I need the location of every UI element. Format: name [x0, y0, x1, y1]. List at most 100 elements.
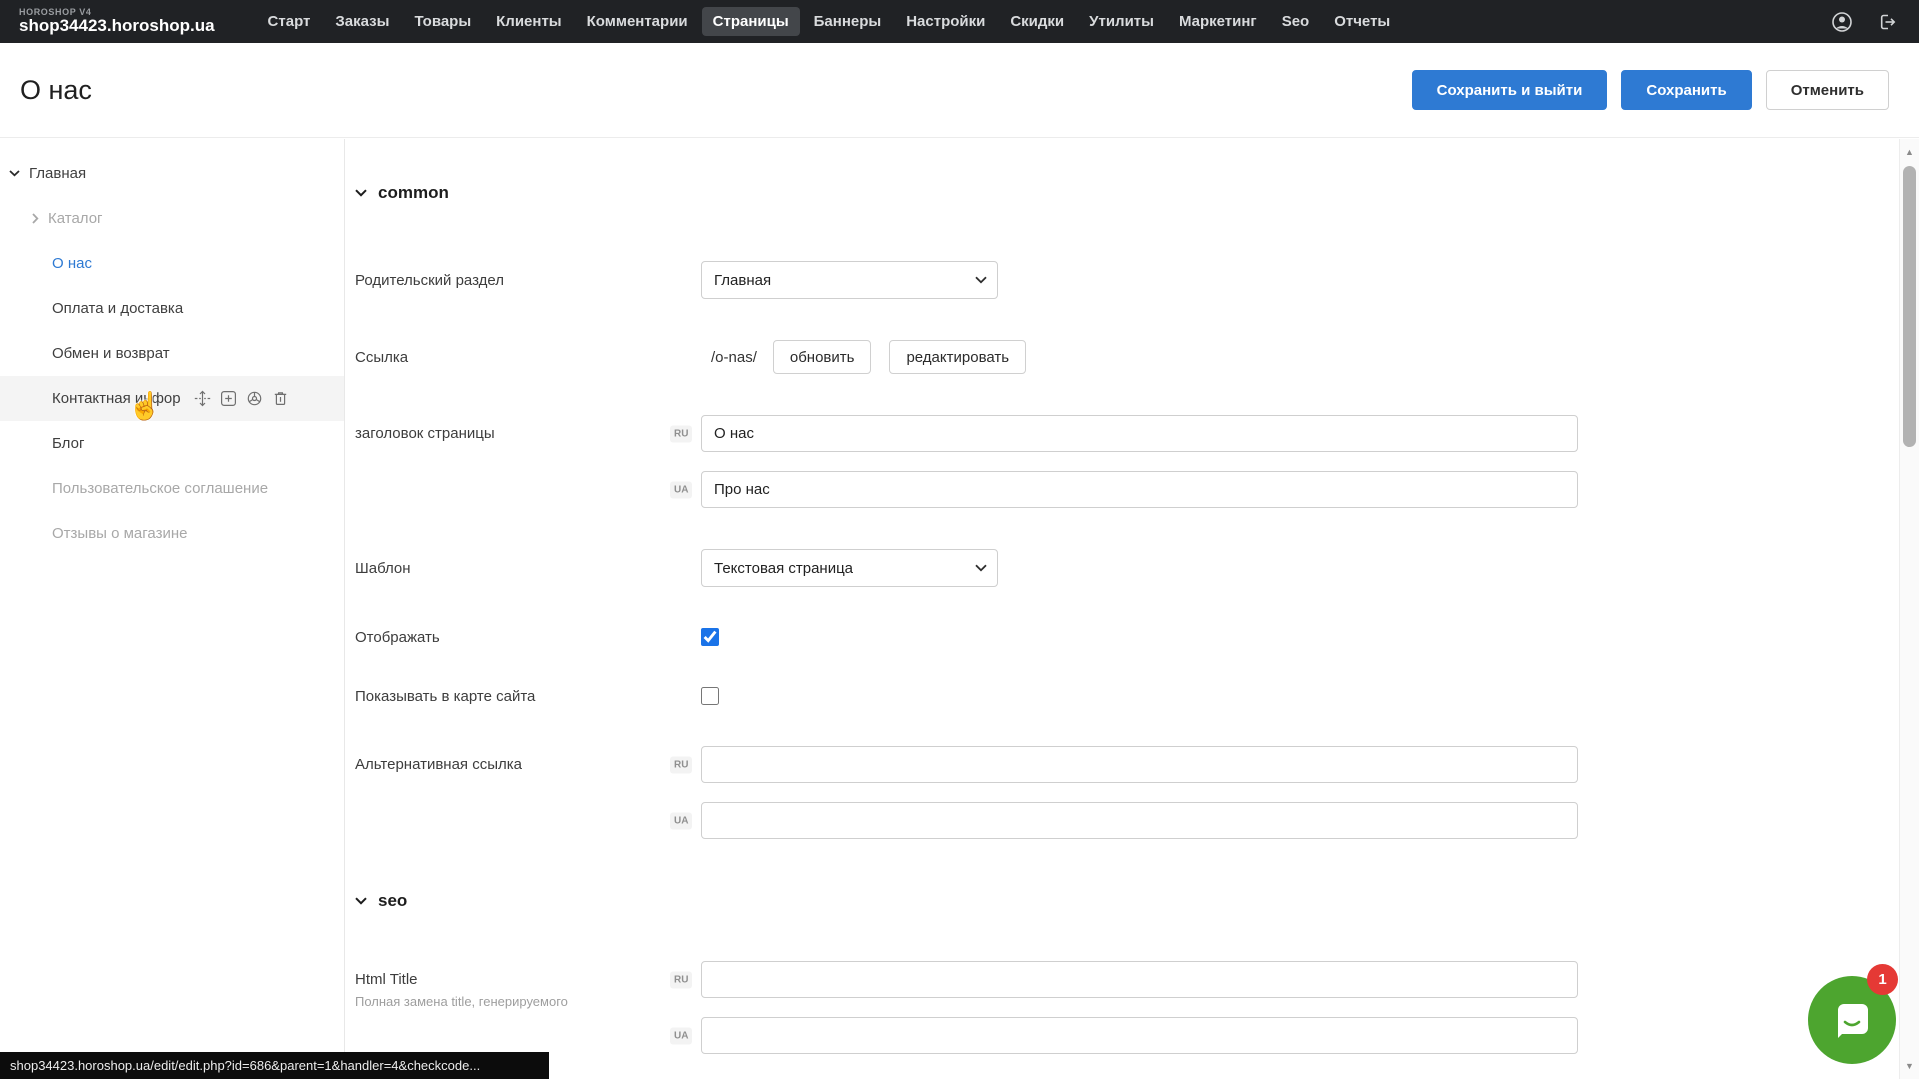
tree-item-label: Обмен и возврат: [52, 345, 170, 362]
lang-badge-ua: UA: [670, 812, 692, 829]
lang-badge-ru: RU: [670, 971, 692, 988]
tree-item-polzovatelskoe[interactable]: Пользовательское соглашение: [0, 466, 344, 511]
menu-comments[interactable]: Комментарии: [576, 7, 699, 36]
brand-domain: shop34423.horoshop.ua: [19, 17, 215, 36]
lang-inputs: RU UA: [701, 415, 1578, 508]
chevron-right-icon[interactable]: [32, 213, 39, 224]
alt-link-ru-input[interactable]: [701, 746, 1578, 783]
cancel-button[interactable]: Отменить: [1766, 70, 1889, 110]
field-label: Отображать: [355, 629, 701, 646]
menu-clients[interactable]: Клиенты: [485, 7, 572, 36]
top-navbar: HOROSHOP V4 shop34423.horoshop.ua Старт …: [0, 0, 1919, 43]
move-icon[interactable]: [194, 390, 211, 407]
template-row: Шаблон Текстовая страница: [355, 549, 1919, 587]
field-label: Родительский раздел: [355, 272, 701, 289]
section-title: seo: [378, 891, 407, 911]
html-title-ua-input[interactable]: [701, 1017, 1578, 1054]
header-actions: Сохранить и выйти Сохранить Отменить: [1412, 70, 1889, 110]
menu-discounts[interactable]: Скидки: [999, 7, 1075, 36]
sitemap-checkbox[interactable]: [701, 687, 719, 705]
section-title: common: [378, 183, 449, 203]
parent-section-select[interactable]: Главная: [701, 261, 998, 299]
alt-link-ua-input[interactable]: [701, 802, 1578, 839]
settings-gear-icon[interactable]: [246, 390, 263, 407]
refresh-link-button[interactable]: обновить: [773, 340, 872, 374]
field-label: Шаблон: [355, 560, 701, 577]
parent-section-select-wrap: Главная: [701, 261, 998, 299]
edit-link-button[interactable]: редактировать: [889, 340, 1026, 374]
section-seo[interactable]: seo: [355, 891, 1919, 911]
tree-item-label: Отзывы о магазине: [52, 525, 187, 542]
brand-logo[interactable]: HOROSHOP V4 shop34423.horoshop.ua: [19, 7, 215, 36]
menu-products[interactable]: Товары: [403, 7, 482, 36]
tree-item-label: О нас: [52, 255, 92, 272]
menu-settings[interactable]: Настройки: [895, 7, 996, 36]
vertical-scrollbar[interactable]: ▲ ▼: [1899, 139, 1919, 1079]
template-select[interactable]: Текстовая страница: [701, 549, 998, 587]
page-header: О нас Сохранить и выйти Сохранить Отмени…: [0, 43, 1919, 138]
tree-item-o-nas[interactable]: О нас: [0, 241, 344, 286]
link-path: /o-nas/: [711, 349, 757, 366]
field-label: Ссылка: [355, 349, 701, 366]
tree-item-label: Оплата и доставка: [52, 300, 183, 317]
tree-item-label: Главная: [29, 165, 86, 182]
menu-pages[interactable]: Страницы: [702, 7, 800, 36]
tree-item-obmen[interactable]: Обмен и возврат: [0, 331, 344, 376]
logout-icon[interactable]: [1877, 11, 1899, 33]
page-title-row: заголовок страницы RU UA: [355, 415, 1919, 508]
section-common[interactable]: common: [355, 183, 1919, 203]
lang-badge-ua: UA: [670, 481, 692, 498]
tree-item-katalog[interactable]: Каталог: [0, 196, 344, 241]
lang-badge-ru: RU: [670, 756, 692, 773]
tree-item-label: Каталог: [48, 210, 103, 227]
menu-banners[interactable]: Баннеры: [803, 7, 893, 36]
tree-item-oplata[interactable]: Оплата и доставка: [0, 286, 344, 331]
scroll-down-arrow[interactable]: ▼: [1900, 1061, 1919, 1071]
lang-inputs: RU UA: [701, 746, 1578, 839]
parent-section-row: Родительский раздел Главная: [355, 261, 1919, 299]
add-page-icon[interactable]: [220, 390, 237, 407]
template-select-wrap: Текстовая страница: [701, 549, 998, 587]
lang-inputs: RU UA: [701, 961, 1578, 1054]
tree-item-actions: [194, 390, 289, 407]
menu-marketing[interactable]: Маркетинг: [1168, 7, 1268, 36]
tree-item-glavnaya[interactable]: Главная: [0, 151, 344, 196]
scrollbar-thumb[interactable]: [1903, 166, 1916, 447]
chevron-down-icon[interactable]: [9, 170, 20, 177]
save-and-exit-button[interactable]: Сохранить и выйти: [1412, 70, 1608, 110]
menu-reports[interactable]: Отчеты: [1323, 7, 1401, 36]
link-row: Ссылка /o-nas/ обновить редактировать: [355, 340, 1919, 374]
page-title: О нас: [20, 75, 92, 106]
account-icon[interactable]: [1831, 11, 1853, 33]
alt-link-row: Альтернативная ссылка RU UA: [355, 746, 1919, 839]
field-label: Альтернативная ссылка: [355, 746, 701, 773]
tree-item-blog[interactable]: Блог: [0, 421, 344, 466]
link-preview-statusbar: shop34423.horoshop.ua/edit/edit.php?id=6…: [0, 1052, 549, 1079]
display-checkbox[interactable]: [701, 628, 719, 646]
pages-tree-sidebar: Главная Каталог О нас Оплата и доставка …: [0, 139, 345, 1079]
field-label: заголовок страницы: [355, 415, 701, 442]
delete-trash-icon[interactable]: [272, 390, 289, 407]
field-label: Html Title: [355, 971, 418, 988]
page-title-ua-input[interactable]: [701, 471, 1578, 508]
scroll-up-arrow[interactable]: ▲: [1900, 147, 1919, 157]
menu-seo[interactable]: Seo: [1271, 7, 1321, 36]
menu-orders[interactable]: Заказы: [324, 7, 400, 36]
content: Главная Каталог О нас Оплата и доставка …: [0, 139, 1919, 1079]
sitemap-row: Показывать в карте сайта: [355, 687, 1919, 705]
menu-start[interactable]: Старт: [257, 7, 322, 36]
chevron-down-icon: [355, 189, 367, 197]
menu-utilities[interactable]: Утилиты: [1078, 7, 1165, 36]
lang-badge-ua: UA: [670, 1027, 692, 1044]
field-label: Показывать в карте сайта: [355, 688, 701, 705]
chat-unread-badge: 1: [1867, 964, 1898, 995]
html-title-row: Html Title Полная замена title, генериру…: [355, 961, 1919, 1054]
field-label-block: Html Title Полная замена title, генериру…: [355, 961, 701, 1009]
page-title-ru-input[interactable]: [701, 415, 1578, 452]
save-button[interactable]: Сохранить: [1621, 70, 1751, 110]
chat-bubble-icon: [1830, 998, 1874, 1042]
display-row: Отображать: [355, 628, 1919, 646]
tree-item-otzyvy[interactable]: Отзывы о магазине: [0, 511, 344, 556]
tree-item-kontaktnaya[interactable]: Контактная инфор: [0, 376, 344, 421]
html-title-ru-input[interactable]: [701, 961, 1578, 998]
